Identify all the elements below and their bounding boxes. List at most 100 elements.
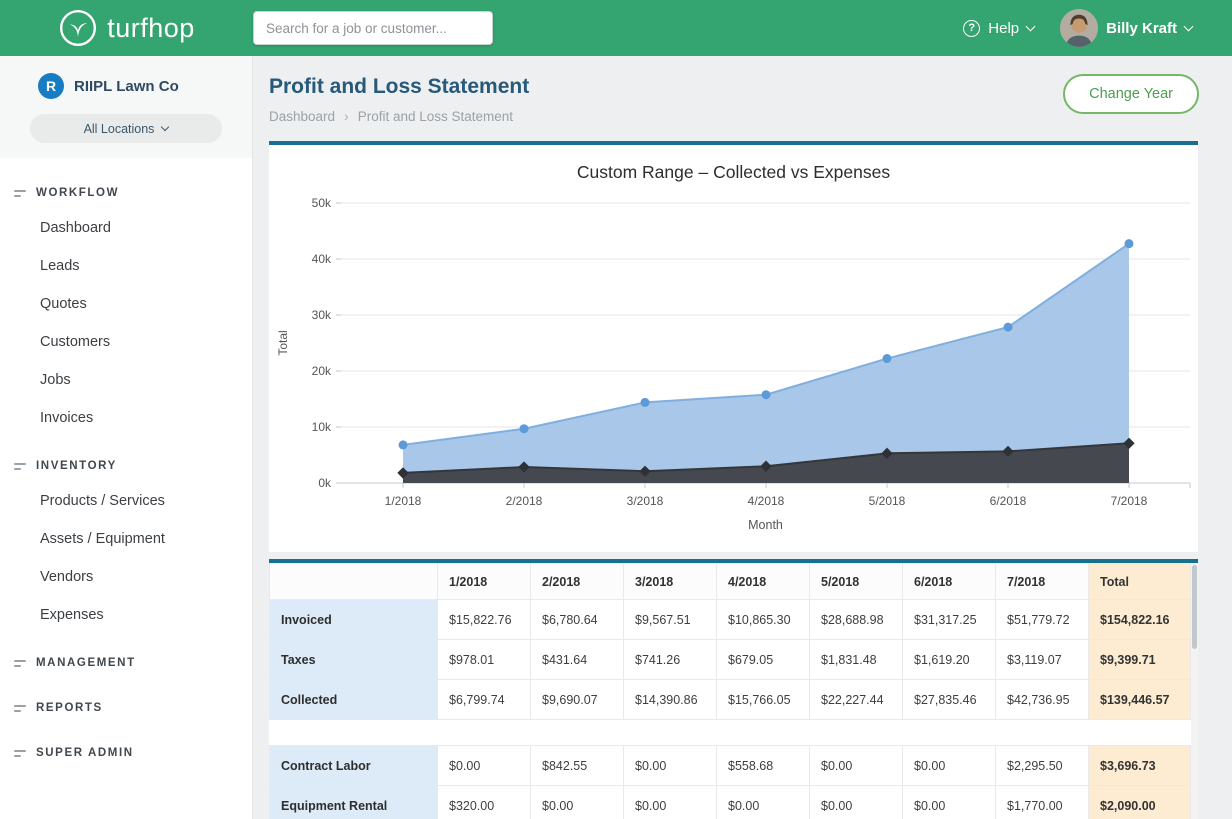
table-cell: $9,690.07: [531, 680, 624, 720]
top-bar: turfhop ? Help Billy Kraft: [0, 0, 1232, 56]
nav-section-inventory[interactable]: INVENTORY: [0, 450, 252, 482]
table-cell: $9,567.51: [624, 600, 717, 640]
svg-text:5/2018: 5/2018: [869, 494, 906, 508]
search-input[interactable]: [253, 11, 493, 45]
nav-section-label: WORKFLOW: [36, 187, 119, 199]
turfhop-logo-icon: [58, 8, 98, 48]
table-cell: $0.00: [810, 746, 903, 786]
nav-section-management[interactable]: MANAGEMENT: [0, 647, 252, 679]
row-total-cell: $3,696.73: [1089, 746, 1191, 786]
collected-marker: [641, 398, 650, 407]
nav-section-label: MANAGEMENT: [36, 657, 136, 669]
svg-text:10k: 10k: [312, 420, 332, 434]
table-col-header-total: Total: [1089, 564, 1191, 600]
nav-section-label: REPORTS: [36, 702, 103, 714]
table-cell: $842.55: [531, 746, 624, 786]
collected-marker: [520, 424, 529, 433]
table-scrollbar[interactable]: [1191, 563, 1198, 819]
chevron-down-icon: [161, 123, 169, 131]
table-cell: $1,770.00: [996, 786, 1089, 819]
help-label: Help: [988, 20, 1019, 37]
user-menu[interactable]: Billy Kraft: [1060, 9, 1192, 47]
svg-text:50k: 50k: [312, 196, 332, 210]
svg-text:4/2018: 4/2018: [748, 494, 785, 508]
table-cell: $0.00: [531, 786, 624, 819]
table-cell: $3,119.07: [996, 640, 1089, 680]
sidebar-item-customers[interactable]: Customers: [0, 323, 252, 361]
row-label: Equipment Rental: [270, 786, 438, 819]
table-row-invoiced: Invoiced$15,822.76$6,780.64$9,567.51$10,…: [270, 600, 1191, 640]
collected-marker: [1004, 323, 1013, 332]
nav-section-reports[interactable]: REPORTS: [0, 692, 252, 724]
row-total-cell: $139,446.57: [1089, 680, 1191, 720]
table-cell: $0.00: [903, 746, 996, 786]
sidebar-item-assets-equipment[interactable]: Assets / Equipment: [0, 520, 252, 558]
breadcrumb-separator-icon: ›: [344, 108, 349, 124]
table-col-header-2-2018: 2/2018: [531, 564, 624, 600]
table-cell: $0.00: [624, 746, 717, 786]
table-cell: $51,779.72: [996, 600, 1089, 640]
table-cell: $27,835.46: [903, 680, 996, 720]
sidebar-item-products-services[interactable]: Products / Services: [0, 482, 252, 520]
row-label: Collected: [270, 680, 438, 720]
sidebar-item-jobs[interactable]: Jobs: [0, 361, 252, 399]
table-corner-header: [270, 564, 438, 600]
company-row[interactable]: R RIIPL Lawn Co: [0, 73, 252, 114]
section-dash-icon: [14, 190, 26, 197]
sidebar-item-leads[interactable]: Leads: [0, 247, 252, 285]
sidebar-company-block: R RIIPL Lawn Co All Locations: [0, 56, 252, 158]
svg-text:2/2018: 2/2018: [506, 494, 543, 508]
table-row-collected: Collected$6,799.74$9,690.07$14,390.86$15…: [270, 680, 1191, 720]
table-cell: $10,865.30: [717, 600, 810, 640]
sidebar-item-invoices[interactable]: Invoices: [0, 399, 252, 437]
help-menu[interactable]: ? Help: [963, 20, 1034, 37]
main-content: Profit and Loss Statement Dashboard › Pr…: [253, 56, 1232, 819]
avatar: [1060, 9, 1098, 47]
collected-marker: [762, 390, 771, 399]
sidebar-item-dashboard[interactable]: Dashboard: [0, 209, 252, 247]
row-label: Invoiced: [270, 600, 438, 640]
table-cell: $14,390.86: [624, 680, 717, 720]
collected-marker: [883, 354, 892, 363]
svg-text:6/2018: 6/2018: [990, 494, 1027, 508]
nav-section-workflow[interactable]: WORKFLOW: [0, 177, 252, 209]
company-name: RIIPL Lawn Co: [74, 78, 179, 95]
section-dash-icon: [14, 463, 26, 470]
svg-text:Total: Total: [276, 330, 290, 355]
table-cell: $431.64: [531, 640, 624, 680]
breadcrumb-dashboard[interactable]: Dashboard: [269, 109, 335, 124]
table-cell: $15,766.05: [717, 680, 810, 720]
table-row-contract-labor: Contract Labor$0.00$842.55$0.00$558.68$0…: [270, 746, 1191, 786]
svg-text:30k: 30k: [312, 308, 332, 322]
locations-dropdown[interactable]: All Locations: [30, 114, 222, 143]
svg-text:3/2018: 3/2018: [627, 494, 664, 508]
locations-label: All Locations: [84, 122, 155, 136]
collected-marker: [1125, 239, 1134, 248]
nav-section-super-admin[interactable]: SUPER ADMIN: [0, 737, 252, 769]
row-label: Contract Labor: [270, 746, 438, 786]
collected-marker: [399, 440, 408, 449]
table-cell: $0.00: [717, 786, 810, 819]
section-dash-icon: [14, 660, 26, 667]
svg-text:40k: 40k: [312, 252, 332, 266]
pl-table-card: 1/20182/20183/20184/20185/20186/20187/20…: [269, 559, 1198, 819]
sidebar-nav: WORKFLOW DashboardLeadsQuotesCustomersJob…: [0, 158, 252, 769]
table-cell: $31,317.25: [903, 600, 996, 640]
table-col-header-5-2018: 5/2018: [810, 564, 903, 600]
table-scrollbar-thumb[interactable]: [1192, 565, 1197, 649]
table-col-header-6-2018: 6/2018: [903, 564, 996, 600]
sidebar-item-vendors[interactable]: Vendors: [0, 558, 252, 596]
table-cell: $0.00: [624, 786, 717, 819]
svg-text:7/2018: 7/2018: [1111, 494, 1148, 508]
section-dash-icon: [14, 750, 26, 757]
breadcrumb: Dashboard › Profit and Loss Statement: [269, 108, 1198, 124]
page-title: Profit and Loss Statement: [269, 75, 1198, 99]
company-badge: R: [38, 73, 64, 99]
sidebar-item-quotes[interactable]: Quotes: [0, 285, 252, 323]
change-year-button[interactable]: Change Year: [1063, 74, 1199, 114]
table-row-equipment-rental: Equipment Rental$320.00$0.00$0.00$0.00$0…: [270, 786, 1191, 819]
chevron-down-icon: [1026, 21, 1036, 31]
turfhop-logo[interactable]: turfhop: [0, 8, 253, 48]
profit-loss-table: 1/20182/20183/20184/20185/20186/20187/20…: [269, 563, 1191, 819]
sidebar-item-expenses[interactable]: Expenses: [0, 596, 252, 634]
